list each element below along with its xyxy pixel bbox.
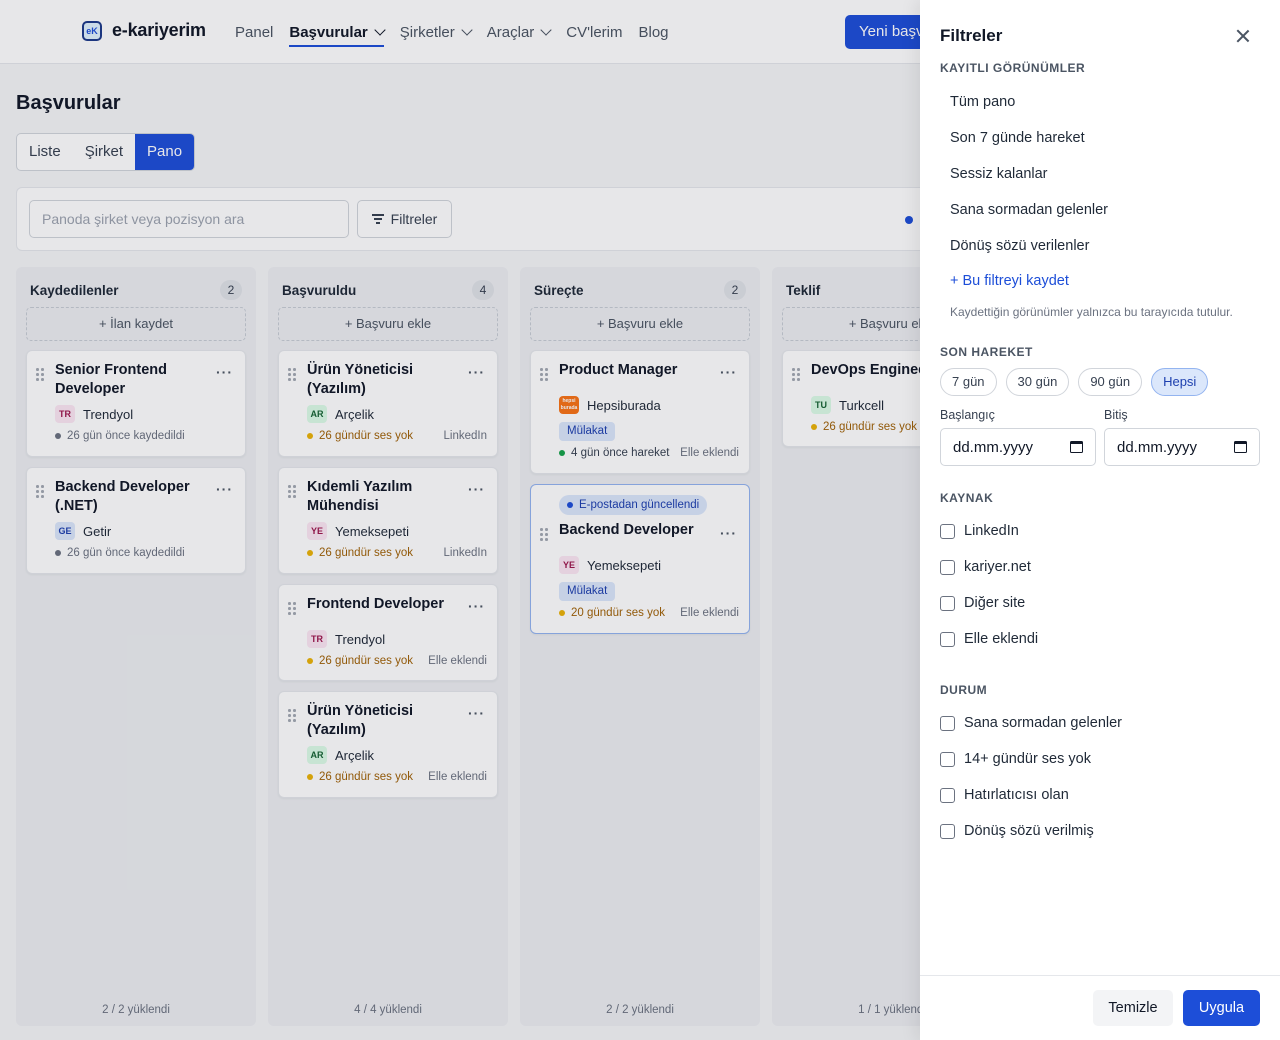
source-option-label: LinkedIn <box>964 523 1019 539</box>
recent-range-pill[interactable]: 30 gün <box>1005 368 1070 396</box>
source-checkbox-row[interactable]: kariyer.net <box>940 559 1031 575</box>
source-checkbox[interactable] <box>940 595 955 611</box>
source-checkbox[interactable] <box>940 523 955 539</box>
status-checkbox-row[interactable]: Sana sormadan gelenler <box>940 715 1122 731</box>
recent-range-pill[interactable]: Hepsi <box>1151 368 1209 396</box>
calendar-icon[interactable] <box>1070 441 1083 453</box>
start-date-input[interactable]: dd.mm.yyyy <box>940 428 1096 466</box>
status-option-label: Hatırlatıcısı olan <box>964 787 1069 803</box>
saved-view-item[interactable]: Sana sormadan gelenler <box>950 202 1108 218</box>
recent-range-pill[interactable]: 7 gün <box>940 368 997 396</box>
saved-view-item[interactable]: Dönüş sözü verilenler <box>950 238 1089 254</box>
status-option-label: Dönüş sözü verilmiş <box>964 823 1094 839</box>
recent-activity-heading: SON HAREKET <box>940 345 1033 359</box>
end-date-input[interactable]: dd.mm.yyyy <box>1104 428 1260 466</box>
source-checkbox-row[interactable]: Elle eklendi <box>940 631 1038 647</box>
drawer-backdrop[interactable] <box>0 0 920 1040</box>
status-checkbox-row[interactable]: 14+ gündür ses yok <box>940 751 1091 767</box>
status-checkbox-row[interactable]: Dönüş sözü verilmiş <box>940 823 1094 839</box>
source-option-label: Diğer site <box>964 595 1026 611</box>
source-checkbox[interactable] <box>940 559 955 575</box>
filters-drawer: Filtreler KAYITLI GÖRÜNÜMLER Tüm pano Son… <box>920 0 1280 1040</box>
source-checkbox-row[interactable]: Diğer site <box>940 595 1025 611</box>
drawer-title: Filtreler <box>940 26 1003 45</box>
source-checkbox[interactable] <box>940 631 955 647</box>
source-option-label: kariyer.net <box>964 559 1031 575</box>
status-checkbox[interactable] <box>940 823 955 839</box>
saved-views-heading: KAYITLI GÖRÜNÜMLER <box>940 61 1086 75</box>
saved-view-item[interactable]: Sessiz kalanlar <box>950 166 1048 182</box>
close-icon[interactable] <box>1236 29 1250 43</box>
start-date-label: Başlangıç <box>940 408 995 422</box>
calendar-icon[interactable] <box>1234 441 1247 453</box>
recent-range-pill[interactable]: 90 gün <box>1078 368 1143 396</box>
saved-views-note: Kaydettiğin görünümler yalnızca bu taray… <box>950 305 1233 319</box>
source-checkbox-row[interactable]: LinkedIn <box>940 523 1019 539</box>
end-date-value: dd.mm.yyyy <box>1117 438 1198 456</box>
status-checkbox[interactable] <box>940 787 955 803</box>
end-date-label: Bitiş <box>1104 408 1128 422</box>
status-checkbox[interactable] <box>940 715 955 731</box>
save-filter-link[interactable]: + Bu filtreyi kaydet <box>950 273 1069 289</box>
start-date-value: dd.mm.yyyy <box>953 438 1034 456</box>
drawer-footer: Temizle Uygula <box>920 975 1280 1040</box>
source-heading: KAYNAK <box>940 491 994 505</box>
saved-view-item[interactable]: Son 7 günde hareket <box>950 130 1085 146</box>
status-checkbox[interactable] <box>940 751 955 767</box>
source-option-label: Elle eklendi <box>964 631 1039 647</box>
status-heading: DURUM <box>940 683 988 697</box>
saved-view-item[interactable]: Tüm pano <box>950 94 1015 110</box>
apply-button[interactable]: Uygula <box>1183 990 1260 1026</box>
status-option-label: 14+ gündür ses yok <box>964 751 1091 767</box>
clear-button[interactable]: Temizle <box>1093 990 1173 1026</box>
recent-activity-pills: 7 gün 30 gün 90 gün Hepsi <box>940 368 1209 396</box>
status-option-label: Sana sormadan gelenler <box>964 715 1122 731</box>
status-checkbox-row[interactable]: Hatırlatıcısı olan <box>940 787 1069 803</box>
